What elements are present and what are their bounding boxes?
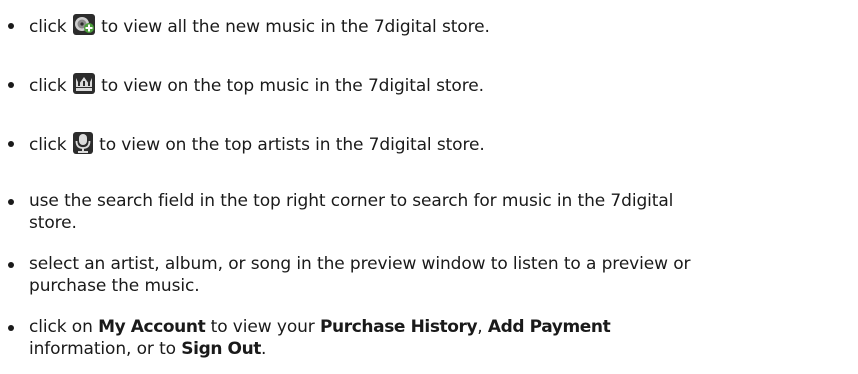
bullet-dot — [8, 325, 14, 331]
text-description: to view on the top music in the 7digital… — [101, 76, 484, 96]
list-item-text: click to view on the top artists in the … — [29, 132, 829, 156]
text-description: to view on the top artists in the 7digit… — [99, 135, 485, 155]
text-to-view-your: to view your — [210, 317, 315, 337]
list-item-text: select an artist, album, or song in the … — [29, 253, 829, 297]
list-item-text: click on My Account to view your Purchas… — [29, 316, 829, 360]
text-line-2: purchase the music. — [29, 276, 200, 296]
bullet-dot — [8, 199, 14, 205]
text-line-1: select an artist, album, or song in the … — [29, 254, 691, 274]
list-item-text: use the search field in the top right co… — [29, 190, 829, 234]
text-click-on: click on — [29, 317, 93, 337]
top-music-crown-icon[interactable] — [72, 73, 95, 94]
bullet-dot — [8, 23, 14, 29]
purchase-history-label: Purchase History — [320, 317, 478, 337]
text-click: click — [29, 135, 67, 155]
text-comma: , — [477, 317, 483, 337]
sign-out-label: Sign Out — [181, 339, 262, 359]
instruction-document: click to view all the new music in the 7… — [0, 0, 858, 374]
new-music-plus-icon[interactable] — [72, 14, 95, 35]
text-line-1: click on My Account to view your Purchas… — [29, 316, 829, 338]
text-description: to view all the new music in the 7digita… — [101, 17, 490, 37]
text-click: click — [29, 76, 67, 96]
my-account-label: My Account — [98, 317, 206, 337]
list-item-text: click to view all the new music in the 7… — [29, 14, 829, 38]
list-item-text: click to view on the top music in the 7d… — [29, 73, 829, 97]
add-payment-label: Add Payment — [487, 317, 611, 337]
text-line-1: use the search field in the top right co… — [29, 191, 674, 211]
text-line-2: store. — [29, 213, 77, 233]
text-information-or-to: information, or to — [29, 339, 176, 359]
text-period: . — [261, 339, 267, 359]
top-artists-microphone-icon[interactable] — [72, 132, 93, 154]
text-click: click — [29, 17, 67, 37]
bullet-dot — [8, 141, 14, 147]
bullet-dot — [8, 82, 14, 88]
text-line-2: information, or to Sign Out. — [29, 338, 829, 360]
bullet-dot — [8, 262, 14, 268]
